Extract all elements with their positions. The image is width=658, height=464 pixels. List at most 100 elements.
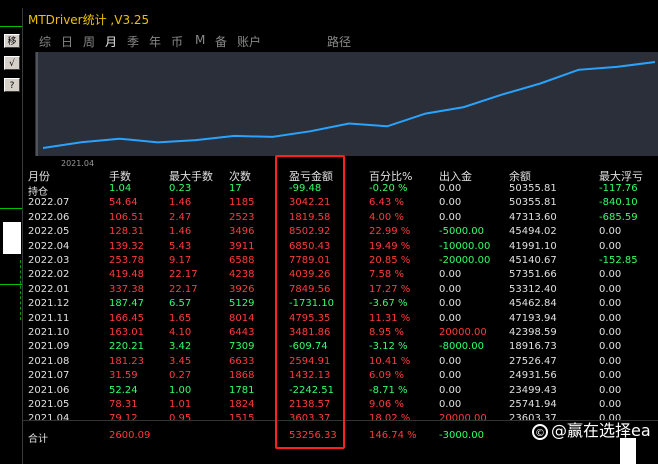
tab-path[interactable]: 路径 (327, 33, 351, 50)
cell-flow: 0.00 (439, 197, 462, 209)
col-header-flow: 出入金 (439, 170, 472, 183)
cell-flow: 0.00 (439, 269, 462, 281)
tab-note[interactable]: 备 (215, 33, 227, 50)
cell-balance: 57351.66 (509, 269, 557, 281)
cell-balance: 23499.43 (509, 384, 557, 396)
cell-max-float: 0.00 (599, 226, 622, 238)
tab-bar: 综 日 周 月 季 年 币 M 备 账户 路径 (23, 30, 658, 50)
col-header-max-float: 最大浮亏 (599, 170, 643, 183)
cell-month: 2021.06 (28, 384, 70, 396)
cell-balance: 50355.81 (509, 183, 557, 194)
col-header-lots: 手数 (109, 170, 131, 183)
cell-count: 5129 (229, 298, 255, 310)
cell-lots: 181.23 (109, 355, 144, 367)
cell-flow: 0.00 (439, 355, 462, 367)
cell-count: 3911 (229, 240, 255, 252)
cell-max-float: -685.59 (599, 211, 638, 223)
cell-max-float: 0.00 (599, 240, 622, 252)
cell-balance: 24931.56 (509, 370, 557, 382)
tab-summary[interactable]: 综 (39, 33, 51, 50)
cell-max-float: 0.00 (599, 327, 622, 338)
cell-flow: 0.00 (439, 399, 462, 410)
tab-year[interactable]: 年 (149, 33, 161, 50)
cell-pct: -8.71 % (369, 384, 408, 396)
cell-flow: 0.00 (439, 183, 462, 194)
tab-day[interactable]: 日 (61, 33, 73, 50)
cell-month: 2021.10 (28, 327, 70, 338)
tab-week[interactable]: 周 (83, 33, 95, 50)
cell-lots: 78.31 (109, 399, 138, 410)
cell-balance: 50355.81 (509, 197, 557, 209)
chart-line (0, 284, 22, 285)
cell-flow: 0.00 (439, 298, 462, 310)
cell-count: 8014 (229, 312, 255, 324)
cell-balance: 47193.94 (509, 312, 557, 324)
cell-lots: 166.45 (109, 312, 144, 324)
cell-month: 2021.08 (28, 355, 70, 367)
cell-flow: 0.00 (439, 384, 462, 396)
cell-max-lots: 22.17 (169, 283, 198, 295)
cell-max-lots: 3.42 (169, 341, 192, 353)
cell-month: 2021.09 (28, 341, 70, 353)
cell-max-lots: 6.57 (169, 298, 192, 310)
move-button[interactable]: 移 (4, 34, 20, 48)
cell-lots: 419.48 (109, 269, 144, 281)
cell-count: 3496 (229, 226, 255, 238)
cell-flow: -20000.00 (439, 255, 491, 266)
cell-lots: 106.51 (109, 211, 144, 223)
tab-account[interactable]: 账户 (237, 33, 261, 50)
cell-max-lots: 3.45 (169, 355, 192, 367)
cell-max-float: 0.00 (599, 298, 622, 310)
cell-balance: 27526.47 (509, 355, 557, 367)
cell-flow: -10000.00 (439, 240, 491, 252)
cell-pct: 18.02 % (369, 413, 411, 425)
cell-balance: 42398.59 (509, 327, 557, 338)
chart-line (0, 26, 22, 27)
cell-max-float: 0.00 (599, 341, 622, 353)
cell-month: 持仓 (28, 187, 48, 198)
cell-max-float: 0.00 (599, 269, 622, 281)
cell-max-lots: 9.17 (169, 255, 192, 266)
cell-count: 2523 (229, 211, 255, 223)
titlebar[interactable]: MTDriver统计 ,V3.25 (23, 8, 658, 28)
cell-max-lots: 1.01 (169, 399, 192, 410)
cell-flow: 20000.00 (439, 327, 487, 338)
cell-pct: 17.27 % (369, 283, 411, 295)
chart-line (0, 208, 22, 209)
cell-month: 2021.11 (28, 312, 70, 324)
check-button[interactable]: √ (4, 56, 20, 70)
cell-count: 6588 (229, 255, 255, 266)
cell-count: 1824 (229, 399, 255, 410)
tab-month[interactable]: 月 (105, 33, 117, 50)
cell-lots: 52.24 (109, 384, 138, 396)
tab-magic[interactable]: M (195, 33, 205, 47)
cell-lots: 187.47 (109, 298, 144, 310)
cell-count: 1515 (229, 413, 255, 425)
cell-flow: -8000.00 (439, 341, 484, 353)
cell-lots: 31.59 (109, 370, 138, 382)
tab-quarter[interactable]: 季 (127, 33, 139, 50)
cell-balance: 45140.67 (509, 255, 557, 266)
balance-chart-svg (36, 52, 656, 156)
help-button[interactable]: ? (4, 78, 20, 92)
cell-max-lots: 0.27 (169, 370, 192, 382)
cell-month: 2022.02 (28, 269, 70, 281)
cell-pct: 20.85 % (369, 255, 411, 266)
cell-flow: -5000.00 (439, 226, 484, 238)
chart-start-label: 2021.04 (61, 159, 95, 168)
cell-max-lots: 1.46 (169, 197, 192, 209)
cell-max-float: 0.00 (599, 399, 622, 410)
cell-month: 2021.05 (28, 399, 70, 410)
cell-month: 2022.05 (28, 226, 70, 238)
cell-lots: 337.38 (109, 283, 144, 295)
cell-max-float: -152.85 (599, 255, 638, 266)
col-header-balance: 余额 (509, 170, 531, 183)
cell-lots: 139.32 (109, 240, 144, 252)
cell-month: 2021.12 (28, 298, 70, 310)
cell-pct: -3.67 % (369, 298, 408, 310)
cell-count: 1185 (229, 197, 255, 209)
tab-currency[interactable]: 币 (171, 33, 183, 50)
total-label: 合计 (28, 433, 48, 445)
cell-max-lots: 2.47 (169, 211, 192, 223)
cell-month: 2022.06 (28, 211, 70, 223)
